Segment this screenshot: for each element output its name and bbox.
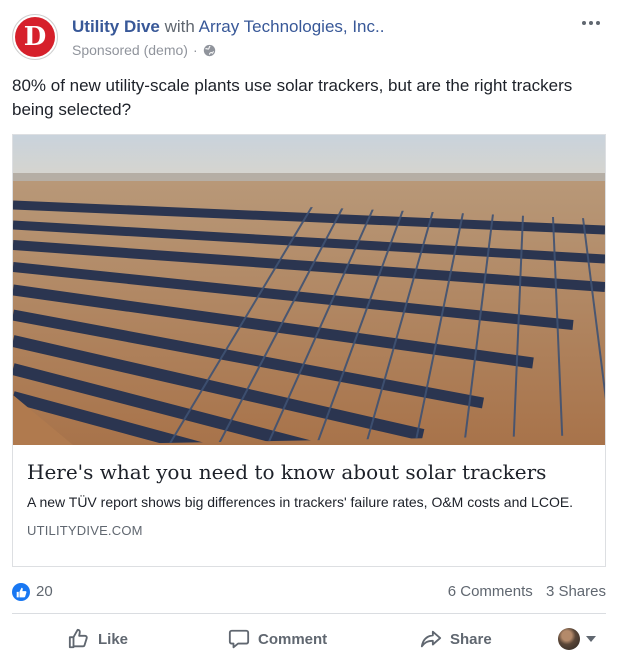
comment-button[interactable]: Comment [228,620,327,658]
link-title[interactable]: Here's what you need to know about solar… [27,459,591,486]
comment-button-label: Comment [258,630,328,648]
share-arrow-icon [420,630,442,648]
share-button-label: Share [450,630,492,648]
globe-icon [203,44,215,56]
audience-selector[interactable] [558,628,596,650]
solar-farm-illustration [13,135,605,445]
sponsored-label[interactable]: Sponsored (demo) [72,42,188,58]
utility-dive-logo: D [15,17,55,57]
page-avatar[interactable]: D [12,14,58,60]
logo-letter: D [23,22,47,52]
actions-divider [12,613,606,614]
meta-separator: · [192,42,198,58]
like-button[interactable]: Like [68,620,128,658]
link-description: A new TÜV report shows big differences i… [27,494,574,510]
more-options-icon[interactable] [578,14,604,32]
like-count[interactable]: 20 [36,583,53,600]
viewer-avatar [558,628,580,650]
post-actions-bar: Like Comment Share [12,620,606,658]
comments-shares-summary: 6 Comments 3 Shares [448,583,606,600]
link-domain: UTILITYDIVE.COM [27,523,143,538]
link-preview-card[interactable]: Here's what you need to know about solar… [12,134,606,567]
post-meta: Sponsored (demo) · [72,42,216,58]
speech-bubble-icon [228,629,250,649]
link-preview-body[interactable]: Here's what you need to know about solar… [13,445,605,566]
post-header: D Utility Dive with Array Technologies, … [12,14,606,64]
with-label: with [164,17,195,36]
thumbs-up-icon[interactable] [12,583,30,601]
engagement-stats: 20 6 Comments 3 Shares [12,580,606,604]
thumbs-up-outline-icon [68,628,88,649]
post-title-line: Utility Dive with Array Technologies, In… [72,17,384,37]
share-count-link[interactable]: 3 Shares [546,583,606,600]
page-name-link[interactable]: Utility Dive [72,17,160,36]
partner-name-link[interactable]: Array Technologies, Inc.. [199,17,385,36]
post-message: 80% of new utility-scale plants use sola… [12,76,573,119]
like-button-label: Like [98,630,129,648]
solar-farm-image[interactable] [13,135,605,445]
chevron-down-icon [586,636,596,642]
comment-count-link[interactable]: 6 Comments [448,583,533,600]
share-button[interactable]: Share [420,620,492,658]
